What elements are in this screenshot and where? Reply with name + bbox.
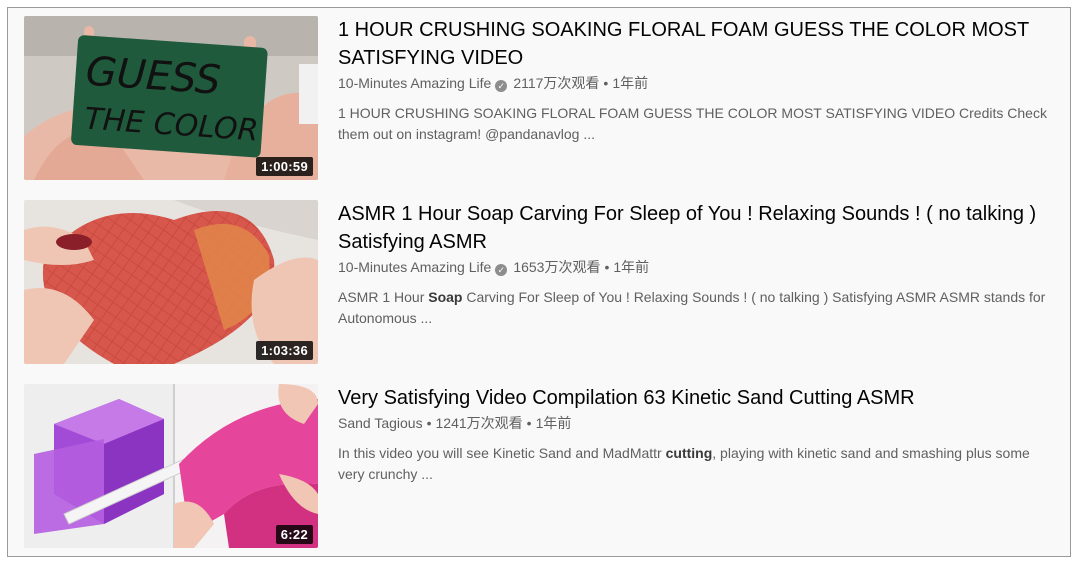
- video-result[interactable]: GUESS THE COLOR 1:00:59 1 HOUR CRUSHING …: [24, 16, 1064, 182]
- video-meta: 10-Minutes Amazing Life ✓ 2117万次观看 • 1年前: [338, 73, 1058, 93]
- video-thumbnail[interactable]: 1:03:36: [24, 200, 318, 364]
- view-count: 1653万次观看: [513, 259, 601, 275]
- view-count: 2117万次观看: [513, 75, 600, 91]
- video-description: In this video you will see Kinetic Sand …: [338, 443, 1048, 485]
- video-title[interactable]: 1 HOUR CRUSHING SOAKING FLORAL FOAM GUES…: [338, 16, 1058, 72]
- description-text: In this video you will see Kinetic Sand …: [338, 445, 666, 461]
- upload-age: 1年前: [613, 259, 650, 275]
- channel-name[interactable]: Sand Tagious: [338, 415, 423, 431]
- duration-badge: 1:00:59: [256, 157, 313, 176]
- channel-name[interactable]: 10-Minutes Amazing Life: [338, 259, 491, 275]
- description-text: 1 HOUR CRUSHING SOAKING FLORAL FOAM GUES…: [338, 105, 1047, 142]
- meta-separator: •: [526, 415, 532, 431]
- channel-name[interactable]: 10-Minutes Amazing Life: [338, 75, 491, 91]
- video-thumbnail[interactable]: 6:22: [24, 384, 318, 548]
- description-highlight: cutting: [665, 445, 713, 461]
- description-text: ASMR 1 Hour: [338, 289, 429, 305]
- video-thumbnail[interactable]: GUESS THE COLOR 1:00:59: [24, 16, 318, 180]
- video-info: 1 HOUR CRUSHING SOAKING FLORAL FOAM GUES…: [338, 16, 1058, 145]
- video-result[interactable]: 6:22 Very Satisfying Video Compilation 6…: [24, 384, 1064, 550]
- view-count: 1241万次观看: [435, 415, 523, 431]
- meta-separator: •: [603, 75, 609, 91]
- thumbnail-text-guess: GUESS: [84, 49, 222, 104]
- video-description: 1 HOUR CRUSHING SOAKING FLORAL FOAM GUES…: [338, 103, 1048, 145]
- duration-badge: 6:22: [275, 525, 313, 544]
- video-info: ASMR 1 Hour Soap Carving For Sleep of Yo…: [338, 200, 1058, 329]
- video-result[interactable]: 1:03:36 ASMR 1 Hour Soap Carving For Sle…: [24, 200, 1064, 366]
- meta-separator: •: [604, 259, 610, 275]
- verified-check-icon: ✓: [495, 80, 508, 92]
- thumbnail-image: [24, 200, 318, 364]
- thumbnail-image: GUESS THE COLOR: [24, 16, 318, 180]
- search-results-panel: GUESS THE COLOR 1:00:59 1 HOUR CRUSHING …: [7, 7, 1071, 557]
- video-title[interactable]: Very Satisfying Video Compilation 63 Kin…: [338, 384, 1058, 412]
- video-meta: 10-Minutes Amazing Life ✓ 1653万次观看 • 1年前: [338, 257, 1058, 277]
- description-highlight: Soap: [428, 289, 463, 305]
- verified-check-icon: ✓: [495, 264, 508, 276]
- video-title[interactable]: ASMR 1 Hour Soap Carving For Sleep of Yo…: [338, 200, 1058, 256]
- upload-age: 1年前: [535, 415, 572, 431]
- thumbnail-image: [24, 384, 318, 548]
- duration-badge: 1:03:36: [256, 341, 313, 360]
- video-description: ASMR 1 Hour Soap Carving For Sleep of Yo…: [338, 287, 1048, 329]
- meta-separator: •: [426, 415, 432, 431]
- video-meta: Sand Tagious • 1241万次观看 • 1年前: [338, 413, 1058, 433]
- video-info: Very Satisfying Video Compilation 63 Kin…: [338, 384, 1058, 485]
- upload-age: 1年前: [612, 75, 649, 91]
